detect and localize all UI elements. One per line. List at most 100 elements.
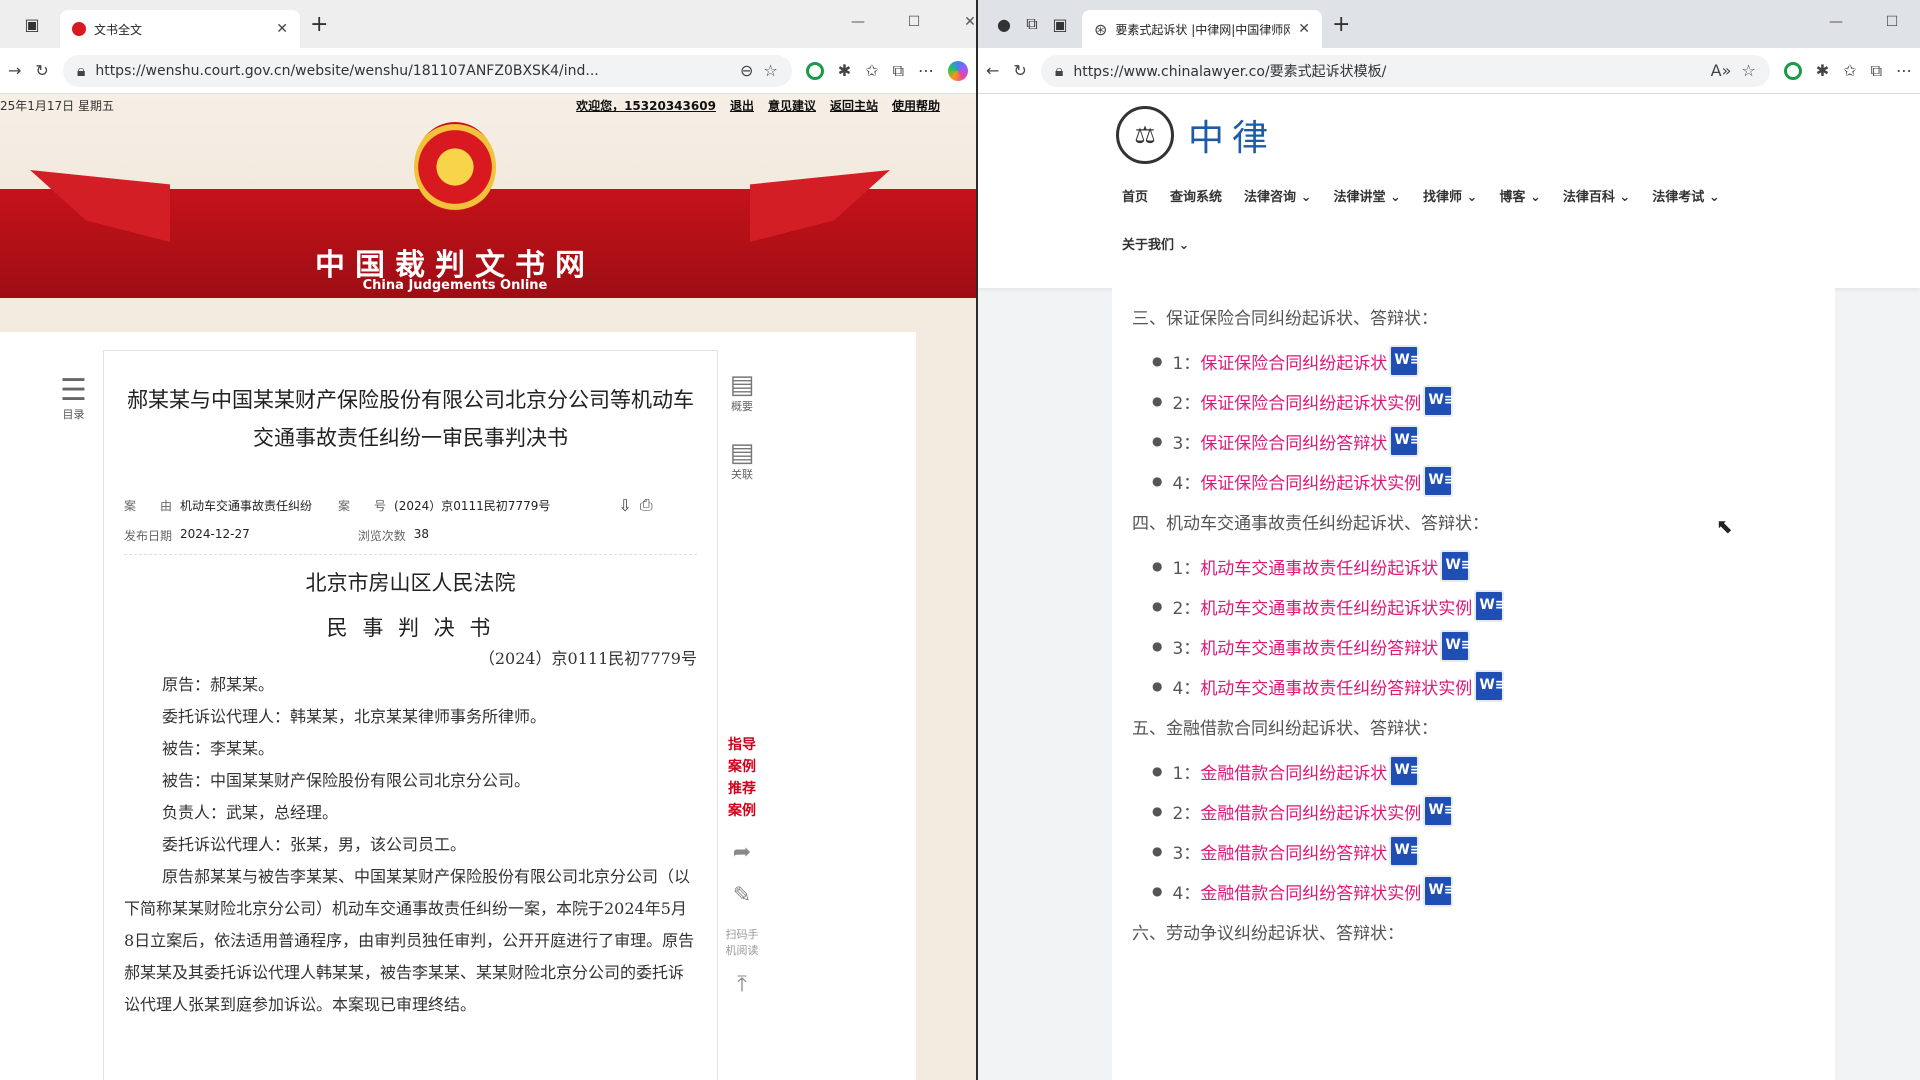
list-item: ● 4： 保证保险合同纠纷起诉状实例 W≡ — [1152, 465, 1815, 497]
template-link[interactable]: 机动车交通事故责任纠纷起诉状 — [1200, 554, 1438, 579]
word-doc-icon[interactable]: W≡ — [1423, 795, 1456, 827]
word-doc-icon[interactable]: W≡ — [1389, 755, 1422, 787]
nav-exam[interactable]: 法律考试 ⌄ — [1652, 186, 1719, 205]
scan-label[interactable]: 扫码手机阅读 — [722, 926, 762, 958]
bullet-icon: ● — [1152, 679, 1163, 693]
nav-blog[interactable]: 博客 ⌄ — [1499, 186, 1540, 205]
feedback-link[interactable]: 意见建议 — [768, 97, 816, 114]
favorite-star-icon[interactable]: ☆ — [763, 61, 777, 80]
close-tab-icon[interactable]: ✕ — [1298, 21, 1310, 37]
help-link[interactable]: 使用帮助 — [892, 97, 940, 114]
download-icon[interactable]: ⇩ — [618, 496, 631, 515]
extension-green-icon[interactable] — [1783, 61, 1802, 80]
related-button[interactable]: ▤ 关联 — [722, 440, 762, 482]
guiding-case-link-2[interactable]: 案例 — [722, 756, 762, 778]
case-meta: 案 由 机动车交通事故责任纠纷 案 号 (2024）京0111民初7779号 ⇩… — [124, 495, 697, 515]
template-link[interactable]: 机动车交通事故责任纠纷答辩状 — [1200, 634, 1438, 659]
template-link[interactable]: 保证保险合同纠纷起诉状实例 — [1200, 389, 1421, 414]
nav-find-lawyer[interactable]: 找律师 ⌄ — [1423, 186, 1477, 205]
minimize-button[interactable]: — — [1808, 14, 1864, 30]
word-doc-icon[interactable]: W≡ — [1389, 835, 1422, 867]
template-link[interactable]: 机动车交通事故责任纠纷起诉状实例 — [1200, 594, 1472, 619]
word-doc-icon[interactable]: W≡ — [1423, 875, 1456, 907]
new-tab-button[interactable]: + — [1332, 12, 1350, 37]
site-logo[interactable]: ⚖ 中律 — [1116, 106, 1276, 164]
close-window-button[interactable]: ✕ — [942, 14, 976, 30]
extensions-icon[interactable]: ✱ — [1816, 61, 1829, 80]
maximize-button[interactable]: ☐ — [1864, 14, 1920, 30]
print-icon[interactable]: ⎙ — [640, 495, 653, 515]
template-link[interactable]: 保证保险合同纠纷起诉状实例 — [1200, 469, 1421, 494]
profile-icon[interactable]: ● — [990, 10, 1018, 38]
site-header: ⚖ 中律 首页 查询系统 法律咨询 ⌄ 法律讲堂 ⌄ 找律师 ⌄ 博客 ⌄ 法律… — [978, 94, 1920, 288]
tab-chinalawyer[interactable]: ⊛ 要素式起诉状 |中律网|中国律师网|中 ✕ — [1082, 10, 1322, 48]
tab-actions-icon[interactable]: ▣ — [1046, 10, 1074, 38]
recommended-case-link-2[interactable]: 案例 — [722, 800, 762, 822]
word-doc-icon[interactable]: W≡ — [1423, 385, 1456, 417]
logout-link[interactable]: 退出 — [730, 97, 754, 114]
collections-icon[interactable]: ⧉ — [893, 61, 904, 81]
forward-icon[interactable]: → — [8, 61, 21, 80]
edit-icon[interactable]: ✎ — [722, 883, 762, 908]
word-doc-icon[interactable]: W≡ — [1440, 550, 1473, 582]
nav-consult[interactable]: 法律咨询 ⌄ — [1244, 186, 1311, 205]
share-icon[interactable]: ➦ — [722, 840, 762, 865]
bullet-icon: ● — [1152, 434, 1163, 448]
template-link[interactable]: 保证保险合同纠纷起诉状 — [1200, 349, 1387, 374]
more-menu-icon[interactable]: ⋯ — [1896, 61, 1912, 80]
nav-wiki[interactable]: 法律百科 ⌄ — [1563, 186, 1630, 205]
word-doc-icon[interactable]: W≡ — [1389, 425, 1422, 457]
word-doc-icon[interactable]: W≡ — [1474, 670, 1507, 702]
template-link[interactable]: 机动车交通事故责任纠纷答辩状实例 — [1200, 674, 1472, 699]
extension-green-icon[interactable] — [805, 61, 824, 80]
cause-value: 机动车交通事故责任纠纷 — [180, 498, 313, 513]
collections-icon[interactable]: ⧉ — [1871, 61, 1882, 81]
read-aloud-icon[interactable]: A» — [1711, 61, 1732, 80]
template-link[interactable]: 金融借款合同纠纷起诉状实例 — [1200, 799, 1421, 824]
item-number: 4： — [1172, 678, 1201, 699]
pub-label: 发布日期 — [124, 529, 173, 543]
url-field[interactable]: 🔒︎ https://www.chinalawyer.co/要素式起诉状模板/ … — [1040, 54, 1770, 87]
nav-home[interactable]: 首页 — [1122, 186, 1148, 205]
maximize-button[interactable]: ☐ — [886, 14, 942, 30]
chevron-down-icon: ⌄ — [1466, 190, 1478, 205]
new-tab-button[interactable]: + — [310, 12, 328, 37]
tab-wenshu[interactable]: 文书全文 ✕ — [60, 10, 300, 48]
word-doc-icon[interactable]: W≡ — [1423, 465, 1456, 497]
favorites-icon[interactable]: ✩ — [865, 61, 878, 80]
zoom-icon[interactable]: ⊖ — [740, 61, 753, 80]
minimize-button[interactable]: — — [830, 14, 886, 30]
template-link[interactable]: 保证保险合同纠纷答辩状 — [1200, 429, 1387, 454]
nav-lecture[interactable]: 法律讲堂 ⌄ — [1333, 186, 1400, 205]
welcome-link[interactable]: 欢迎您，15320343609 — [576, 97, 716, 114]
workspaces-icon[interactable]: ⧉ — [1018, 10, 1046, 38]
refresh-icon[interactable]: ↻ — [1013, 61, 1026, 80]
favorite-star-icon[interactable]: ☆ — [1741, 61, 1755, 80]
refresh-icon[interactable]: ↻ — [35, 61, 48, 80]
document-card: 郝某某与中国某某财产保险股份有限公司北京分公司等机动车交通事故责任纠纷一审民事判… — [103, 350, 718, 1080]
favorites-icon[interactable]: ✩ — [1843, 61, 1856, 80]
recommended-case-link-1[interactable]: 推荐 — [722, 778, 762, 800]
tab-actions-icon[interactable]: ▣ — [18, 10, 46, 38]
copilot-icon[interactable] — [948, 60, 968, 81]
url-field[interactable]: 🔒︎ https://wenshu.court.gov.cn/website/w… — [62, 54, 792, 87]
more-menu-icon[interactable]: ⋯ — [918, 61, 934, 80]
extensions-icon[interactable]: ✱ — [838, 61, 851, 80]
toc-button[interactable]: ☰ 目录 — [60, 376, 87, 422]
word-doc-icon[interactable]: W≡ — [1389, 345, 1422, 377]
template-link[interactable]: 金融借款合同纠纷答辩状实例 — [1200, 879, 1421, 904]
nav-about[interactable]: 关于我们 ⌄ — [1122, 234, 1189, 253]
item-number: 2： — [1172, 393, 1201, 414]
word-doc-icon[interactable]: W≡ — [1440, 630, 1473, 662]
close-tab-icon[interactable]: ✕ — [276, 21, 288, 37]
template-link[interactable]: 金融借款合同纠纷起诉状 — [1200, 759, 1387, 784]
back-icon[interactable]: ← — [986, 61, 999, 80]
home-link[interactable]: 返回主站 — [830, 97, 878, 114]
back-to-top-icon[interactable]: ⤒ — [722, 972, 762, 997]
template-link[interactable]: 金融借款合同纠纷答辩状 — [1200, 839, 1387, 864]
left-tab-bar: ▣ 文书全文 ✕ + — ☐ ✕ — [0, 0, 976, 48]
guiding-case-link-1[interactable]: 指导 — [722, 734, 762, 756]
word-doc-icon[interactable]: W≡ — [1474, 590, 1507, 622]
nav-query[interactable]: 查询系统 — [1170, 186, 1222, 205]
summary-button[interactable]: ▤ 概要 — [722, 372, 762, 414]
